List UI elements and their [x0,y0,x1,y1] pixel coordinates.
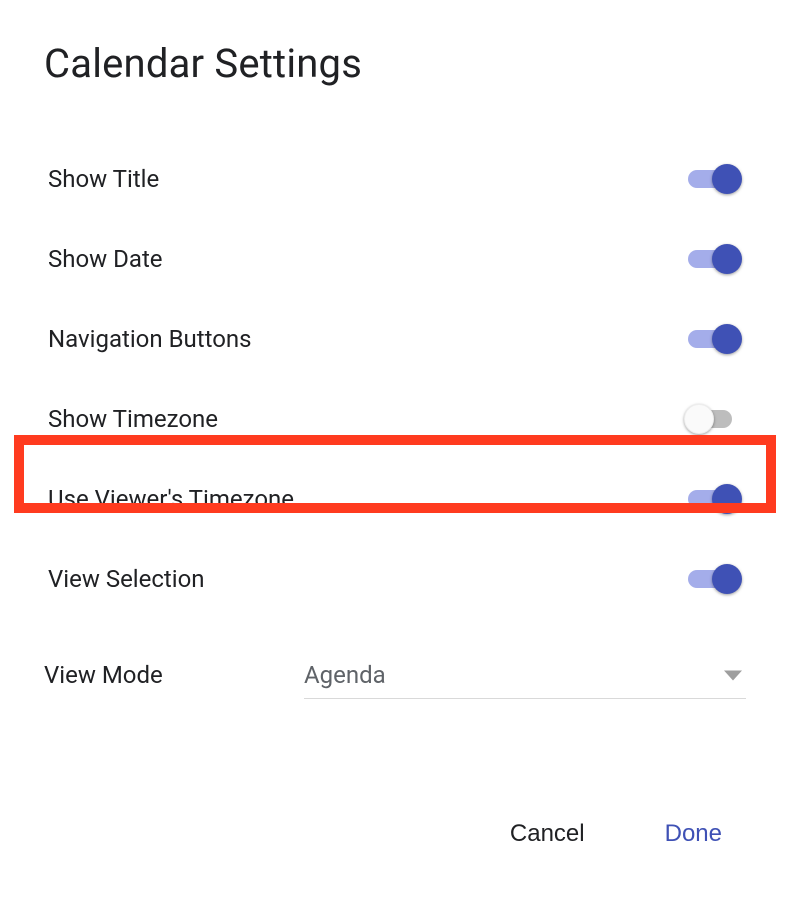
row-view-selection: View Selection [44,539,746,619]
row-viewer-timezone: Use Viewer's Timezone [44,459,746,539]
label-show-date: Show Date [48,245,163,273]
label-view-mode: View Mode [44,661,304,689]
label-nav-buttons: Navigation Buttons [48,325,252,353]
cancel-button[interactable]: Cancel [498,812,597,856]
toggle-show-title[interactable] [688,162,742,196]
label-view-selection: View Selection [48,565,205,593]
toggle-nav-buttons[interactable] [688,322,742,356]
label-viewer-timezone: Use Viewer's Timezone [48,485,294,513]
row-show-date: Show Date [44,219,746,299]
dropdown-view-mode[interactable]: Agenda [304,651,746,699]
settings-panel: Calendar Settings Show Title Show Date N… [0,0,790,908]
row-show-timezone: Show Timezone [44,379,746,459]
page-title: Calendar Settings [44,40,746,87]
toggle-show-timezone[interactable] [688,402,742,436]
toggle-viewer-timezone[interactable] [688,482,742,516]
label-show-title: Show Title [48,165,159,193]
row-show-title: Show Title [44,139,746,219]
chevron-down-icon [724,665,742,684]
done-button[interactable]: Done [653,812,734,856]
row-view-mode: View Mode Agenda [44,635,746,715]
label-show-timezone: Show Timezone [48,405,218,433]
row-nav-buttons: Navigation Buttons [44,299,746,379]
dropdown-view-mode-value: Agenda [304,661,386,689]
dialog-footer: Cancel Done [498,812,734,856]
toggle-view-selection[interactable] [688,562,742,596]
toggle-show-date[interactable] [688,242,742,276]
